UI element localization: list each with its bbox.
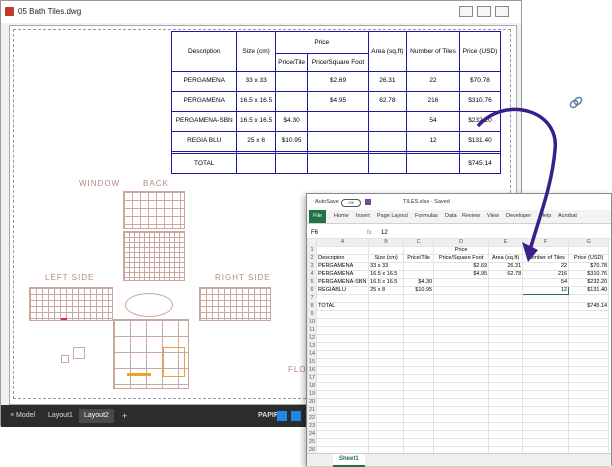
- link-arrow: [476, 107, 557, 251]
- arrow-overlay: [476, 107, 557, 262]
